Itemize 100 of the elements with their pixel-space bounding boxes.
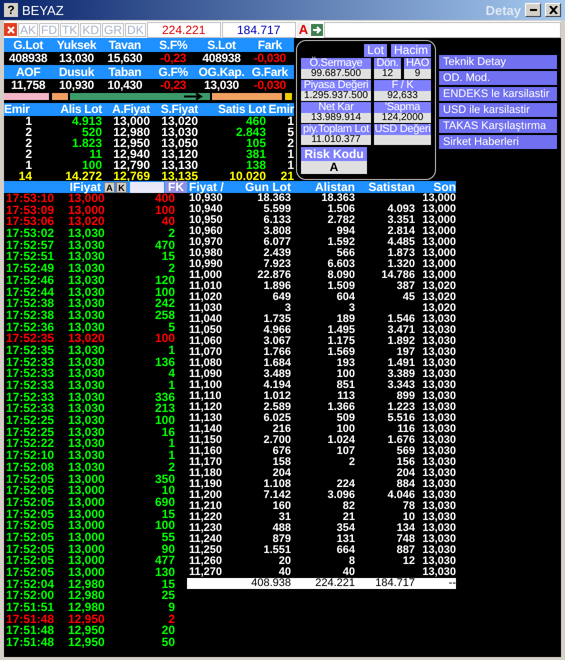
table-cell-text: 10,940 xyxy=(188,204,224,215)
stat-value: 11,758 xyxy=(10,79,46,92)
table-cell-text: 13,000 xyxy=(421,204,456,215)
table-cell-text: 12,790 xyxy=(112,160,150,171)
table-cell-text: 13,030 xyxy=(421,457,456,468)
table-cell-text: 1.823 xyxy=(70,138,102,149)
time-cell-text: 17:52:05 xyxy=(5,544,56,556)
stat-value: 408938 xyxy=(201,52,242,65)
lot-cell-text: 2 xyxy=(167,263,175,275)
close-button[interactable] xyxy=(545,3,561,17)
table-cell-text: 11,110 xyxy=(188,391,222,402)
table-cell-text: 10,970 xyxy=(188,237,224,248)
menu-item[interactable]: USD ile karsilastir xyxy=(439,103,557,117)
table-cell-text: 22.876 xyxy=(256,270,291,281)
lot-cell-text: 130 xyxy=(154,567,175,579)
help-button[interactable]: ? xyxy=(4,3,18,17)
table-cell-text: 1.873 xyxy=(386,248,415,259)
lot-cell-text: 1 xyxy=(168,438,175,450)
price-cell-text: 13,030 xyxy=(68,415,106,427)
window-subtitle: Detay xyxy=(486,2,521,18)
input-field[interactable] xyxy=(324,22,561,38)
menu-item[interactable]: TAKAS Karşılaştırma xyxy=(439,119,557,133)
table-cell-text: 10,980 xyxy=(188,248,224,259)
lot-cell-text: 100 xyxy=(154,286,175,298)
table-cell-text: 381 xyxy=(244,149,266,160)
menu-item[interactable]: OD. Mod. xyxy=(439,71,557,85)
table-cell-text: 1.491 xyxy=(386,358,415,369)
filter-field[interactable] xyxy=(130,182,164,192)
column-header: Emir xyxy=(268,103,294,116)
column-header: Emir xyxy=(4,103,31,116)
minimize-button[interactable] xyxy=(525,3,541,17)
table-cell-text: 4.485 xyxy=(386,237,415,248)
lot-cell-text: 15 xyxy=(160,578,175,590)
toggle-button[interactable]: Hacim xyxy=(390,44,431,57)
filter-button[interactable]: FK xyxy=(165,181,187,193)
price-cell-text: 13,030 xyxy=(68,368,106,380)
table-cell-text: 1.592 xyxy=(326,237,355,248)
table-cell-text: 11,070 xyxy=(188,347,224,358)
column-header: Satistan xyxy=(367,181,415,193)
table-cell-text: 13,000 xyxy=(421,226,456,237)
time-cell-text: 17:53:09 xyxy=(5,204,56,216)
table-cell-text: 11,170 xyxy=(188,457,224,468)
stat-value: 1.295.937.500 xyxy=(301,91,371,101)
table-cell-text: 460 xyxy=(246,116,266,127)
stat-label: Ö.Sermaye xyxy=(301,58,371,69)
table-cell-text: 13,030 xyxy=(421,435,456,446)
time-cell-text: 17:52:33 xyxy=(5,403,56,416)
price-cell-text: 12,980 xyxy=(68,590,106,602)
price-cell-text: 13,000 xyxy=(68,520,106,532)
table-cell-text: 11,030 xyxy=(188,303,224,314)
table-cell-text: 11,090 xyxy=(188,369,224,380)
table-cell-text: 5.516 xyxy=(386,413,415,424)
close-icon[interactable] xyxy=(4,23,17,36)
table-cell-text: 11,140 xyxy=(188,424,224,435)
menu-item[interactable]: Sirket Haberleri xyxy=(439,135,557,149)
stat-label: F / K xyxy=(374,80,431,91)
lot-cell-text: 90 xyxy=(162,544,175,556)
time-cell-text: 17:52:05 xyxy=(5,474,56,486)
price-cell-text: 13,030 xyxy=(68,450,106,462)
table-cell-text: 11,190 xyxy=(188,479,224,490)
time-cell-text: 17:51:48 xyxy=(5,625,56,638)
arrow-right-icon[interactable] xyxy=(311,24,324,36)
stat-value: 15,630 xyxy=(106,52,144,65)
table-cell-text: 13,030 xyxy=(421,501,456,512)
table-cell-text: 12,940 xyxy=(112,149,150,160)
table-cell-text: 13,030 xyxy=(421,413,456,424)
lot-cell-text: 2 xyxy=(168,614,175,626)
minimize-icon xyxy=(530,9,536,11)
lot-cell-text: 258 xyxy=(154,310,175,322)
stat-value: -0,23 xyxy=(159,52,188,65)
table-cell-text: 216 xyxy=(272,424,291,435)
table-cell-text: 2 xyxy=(24,138,32,149)
table-cell-text: 138 xyxy=(246,160,266,171)
sort-button[interactable]: K xyxy=(116,182,127,192)
table-cell-text: 10 xyxy=(402,512,415,523)
table-cell-text: 2.589 xyxy=(262,402,291,413)
table-cell-text: 13,000 xyxy=(421,215,456,226)
table-cell-text: 1.676 xyxy=(386,435,415,446)
menu-item[interactable]: Teknik Detay xyxy=(439,55,557,69)
column-header: A.Fiyat xyxy=(111,103,150,116)
time-cell-text: 17:51:48 xyxy=(5,637,56,649)
table-cell-text: 3 xyxy=(284,303,291,314)
stat-label: Piyasa Değeri xyxy=(301,80,371,91)
menu-item[interactable]: ENDEKS le karsilastir xyxy=(439,87,557,101)
table-cell-text: 6.077 xyxy=(262,237,291,248)
risk-value: A xyxy=(301,161,367,174)
lot-cell-text: 120 xyxy=(154,274,175,286)
table-cell-text: 7.142 xyxy=(262,490,291,501)
lot-cell-text: 50 xyxy=(160,637,175,649)
table-cell-text: 13,030 xyxy=(421,468,456,479)
table-cell-text: 2.700 xyxy=(262,435,291,446)
time-cell-text: 17:52:49 xyxy=(5,263,56,275)
time-cell-text: 17:52:10 xyxy=(5,450,56,462)
lot-cell-text: 4 xyxy=(168,368,175,380)
toggle-button[interactable]: Lot xyxy=(364,44,387,57)
sort-button[interactable]: A xyxy=(104,182,115,192)
time-cell-text: 17:53:10 xyxy=(5,193,56,205)
price-cell-text: 13,030 xyxy=(68,344,106,357)
time-cell-text: 17:52:05 xyxy=(5,485,56,497)
a-button[interactable]: A xyxy=(296,22,310,37)
